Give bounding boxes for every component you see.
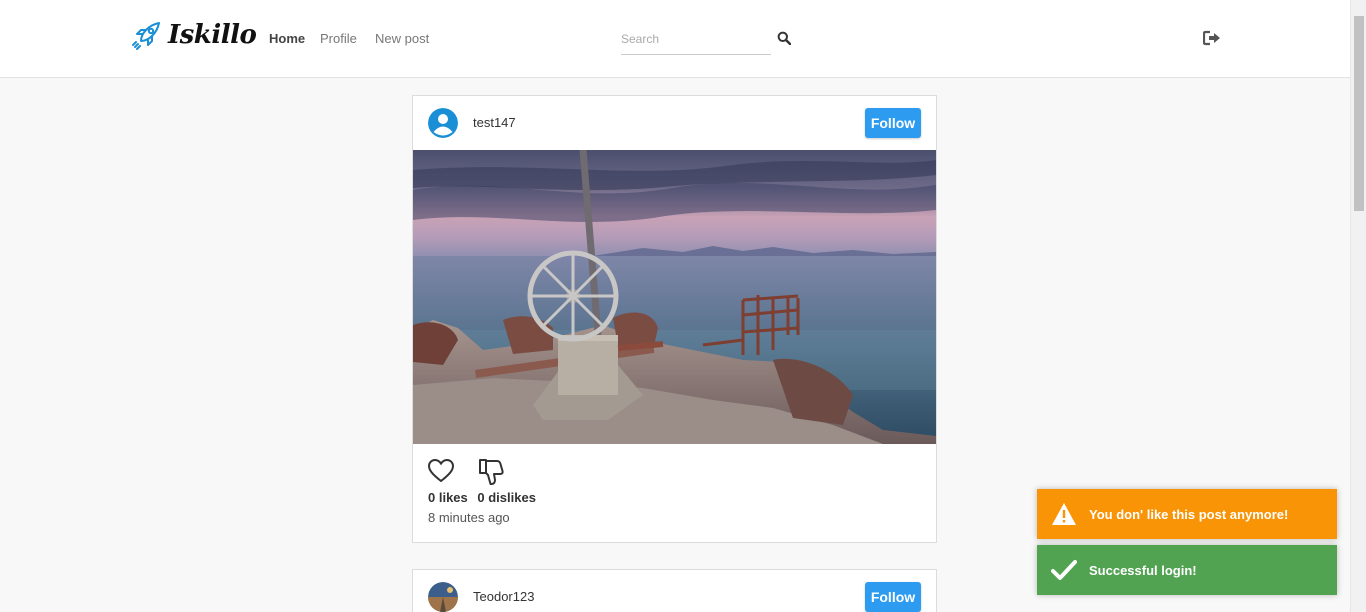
toast-warning[interactable]: You don' like this post anymore! xyxy=(1037,489,1337,539)
brand-logo[interactable]: Iskillo xyxy=(132,20,257,50)
search-field xyxy=(621,26,771,55)
post-card: test147 Follow 0 likes 0 dislikes 8 minu… xyxy=(412,95,937,543)
follow-button[interactable]: Follow xyxy=(865,108,921,138)
search-icon[interactable] xyxy=(777,31,791,45)
post-username[interactable]: test147 xyxy=(473,115,516,130)
post-image[interactable] xyxy=(413,150,936,444)
nav-home-link[interactable]: Home xyxy=(269,31,305,46)
search-input[interactable] xyxy=(621,26,761,52)
page-scrollbar[interactable] xyxy=(1350,0,1366,612)
nav-new-post-link[interactable]: New post xyxy=(375,31,429,46)
checkmark-icon xyxy=(1051,559,1077,581)
thumbs-down-icon[interactable] xyxy=(477,458,505,486)
post-card: Teodor123 Follow xyxy=(412,569,937,612)
top-navbar: Iskillo Home Profile New post xyxy=(0,0,1350,78)
user-photo-icon xyxy=(428,582,458,612)
nav-profile-link[interactable]: Profile xyxy=(320,31,357,46)
rocket-icon xyxy=(132,22,160,50)
reaction-counts: 0 likes 0 dislikes xyxy=(428,490,542,505)
toast-warning-message: You don' like this post anymore! xyxy=(1089,506,1289,522)
avatar[interactable] xyxy=(428,582,458,612)
avatar[interactable] xyxy=(428,108,458,138)
toast-success[interactable]: Successful login! xyxy=(1037,545,1337,595)
post-actions: 0 likes 0 dislikes 8 minutes ago xyxy=(413,444,936,542)
follow-button[interactable]: Follow xyxy=(865,582,921,612)
post-username[interactable]: Teodor123 xyxy=(473,589,534,604)
likes-count: 0 likes xyxy=(428,490,468,505)
heart-icon[interactable] xyxy=(427,458,455,484)
post-timestamp: 8 minutes ago xyxy=(428,510,510,525)
warning-icon xyxy=(1051,502,1077,526)
post-header: Teodor123 Follow xyxy=(413,570,936,612)
scrollbar-thumb[interactable] xyxy=(1354,16,1364,211)
toast-success-message: Successful login! xyxy=(1089,562,1197,578)
logout-icon[interactable] xyxy=(1203,30,1221,46)
dislikes-count: 0 dislikes xyxy=(477,490,536,505)
brand-name: Iskillo xyxy=(168,20,257,50)
post-header: test147 Follow xyxy=(413,96,936,150)
user-avatar-icon xyxy=(428,108,458,138)
